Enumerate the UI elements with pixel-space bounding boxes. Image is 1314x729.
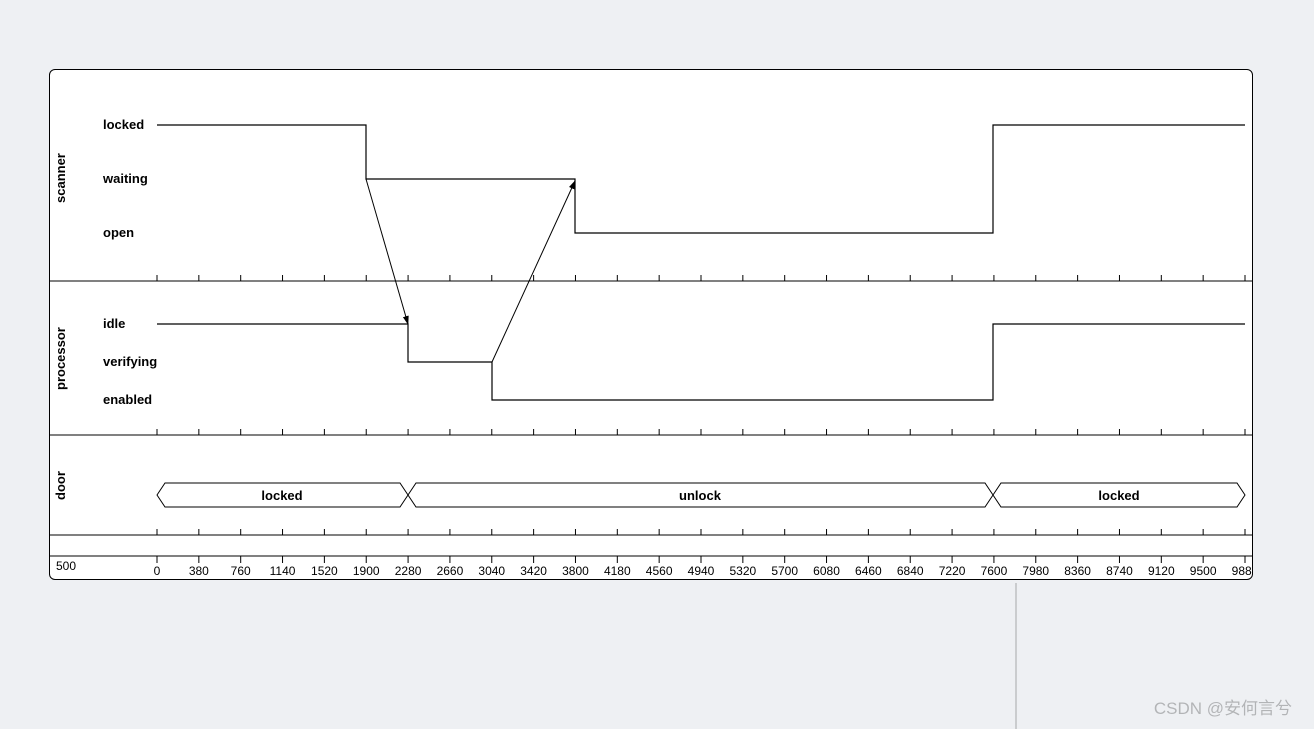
scanner-state-waiting: waiting	[102, 171, 148, 186]
svg-text:4180: 4180	[604, 564, 631, 578]
door-seg-2: locked	[1098, 488, 1139, 503]
message-processor-to-scanner	[492, 181, 575, 362]
lane-title-scanner: scanner	[53, 153, 68, 203]
scanner-waveform	[157, 125, 1245, 233]
ticks-door	[157, 529, 1245, 535]
svg-text:6840: 6840	[897, 564, 924, 578]
ticks-scanner	[157, 275, 1245, 281]
door-seg-0: locked	[261, 488, 302, 503]
svg-text:4560: 4560	[646, 564, 673, 578]
svg-text:2280: 2280	[395, 564, 422, 578]
timing-diagram-svg: scanner processor door locked waiting op…	[50, 70, 1252, 579]
svg-text:3800: 3800	[562, 564, 589, 578]
time-axis: 0 380 760 1140 1520 1900 2280 2660 3040 3420 3800 4…	[154, 556, 1252, 578]
svg-text:9120: 9120	[1148, 564, 1175, 578]
processor-state-idle: idle	[103, 316, 125, 331]
svg-text:9880: 9880	[1232, 564, 1252, 578]
svg-text:7980: 7980	[1022, 564, 1049, 578]
svg-text:8740: 8740	[1106, 564, 1133, 578]
ticks-processor	[157, 429, 1245, 435]
svg-text:4940: 4940	[688, 564, 715, 578]
lane-title-processor: processor	[53, 327, 68, 390]
door-seg-1: unlock	[679, 488, 722, 503]
scanner-state-open: open	[103, 225, 134, 240]
processor-state-verifying: verifying	[103, 354, 157, 369]
message-scanner-to-processor	[366, 179, 408, 324]
svg-text:6080: 6080	[813, 564, 840, 578]
svg-text:1140: 1140	[270, 564, 296, 578]
svg-text:380: 380	[189, 564, 209, 578]
svg-text:3040: 3040	[478, 564, 505, 578]
watermark: CSDN @安何言兮	[1154, 694, 1292, 719]
scanner-state-locked: locked	[103, 117, 144, 132]
svg-text:1900: 1900	[353, 564, 380, 578]
svg-text:5700: 5700	[771, 564, 798, 578]
svg-text:0: 0	[154, 564, 161, 578]
panel-divider	[1015, 583, 1017, 729]
svg-text:3420: 3420	[520, 564, 547, 578]
svg-text:2660: 2660	[437, 564, 464, 578]
svg-text:760: 760	[231, 564, 251, 578]
processor-state-enabled: enabled	[103, 392, 152, 407]
processor-waveform	[157, 324, 1245, 400]
svg-text:8360: 8360	[1064, 564, 1091, 578]
svg-text:7220: 7220	[939, 564, 966, 578]
svg-text:1520: 1520	[311, 564, 338, 578]
time-offset-label: 500	[56, 559, 76, 573]
lane-title-door: door	[53, 471, 68, 500]
timing-diagram-frame: scanner processor door locked waiting op…	[49, 69, 1253, 580]
svg-text:6460: 6460	[855, 564, 882, 578]
svg-text:7600: 7600	[981, 564, 1008, 578]
svg-text:5320: 5320	[729, 564, 756, 578]
svg-text:9500: 9500	[1190, 564, 1217, 578]
